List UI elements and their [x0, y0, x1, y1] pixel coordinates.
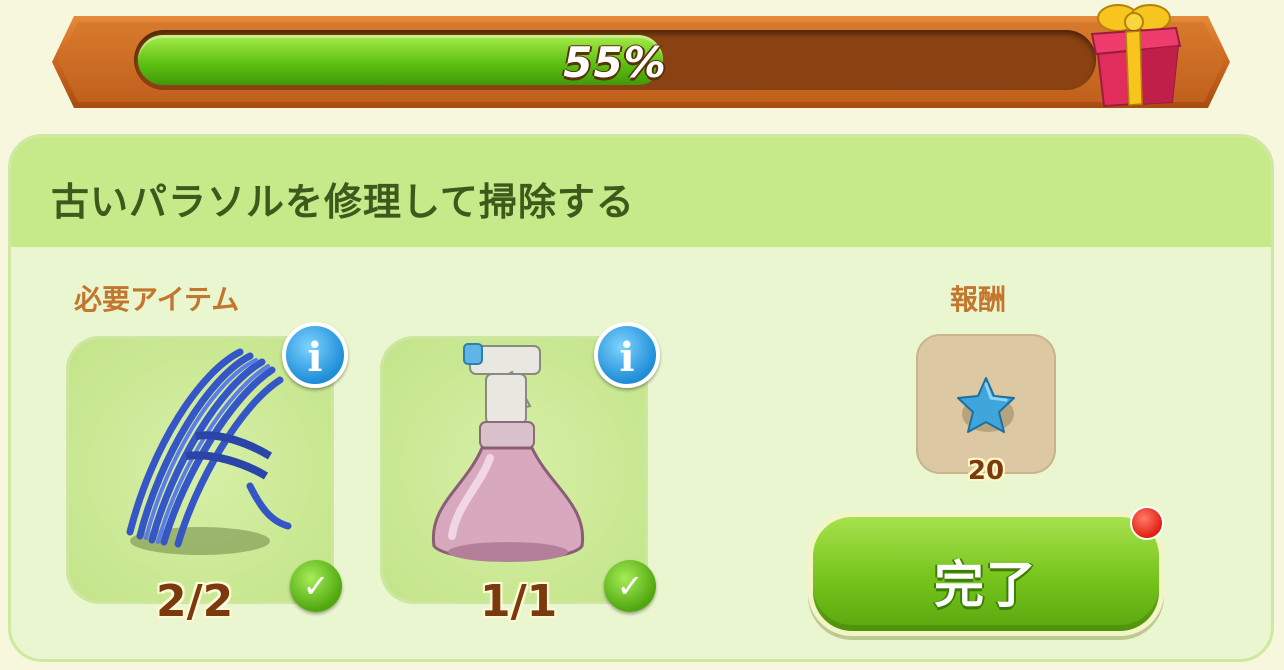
notification-dot — [1130, 506, 1164, 540]
progress-bar: 55% — [134, 30, 1096, 90]
required-items-label: 必要アイテム — [74, 283, 240, 316]
quest-title: 古いパラソルを修理して掃除する — [51, 180, 635, 224]
rope-icon — [126, 348, 292, 555]
item-count-spray-bottle: 1/1 — [480, 576, 558, 627]
reward-card — [916, 334, 1056, 474]
blue-star-icon — [957, 377, 1015, 433]
spray-bottle-icon — [431, 343, 585, 562]
item-count-rope: 2/2 — [156, 576, 234, 627]
progress-percent: 55% — [563, 38, 667, 87]
checkmark-icon: ✓ — [604, 560, 656, 612]
reward-count: 20 — [967, 456, 1005, 486]
info-icon[interactable]: i — [594, 322, 660, 388]
reward-label: 報酬 — [950, 283, 1007, 316]
complete-button[interactable]: 完了 — [808, 512, 1164, 636]
complete-button-label: 完了 — [934, 556, 1038, 614]
checkmark-icon: ✓ — [290, 560, 342, 612]
gift-box-icon[interactable] — [1082, 0, 1186, 110]
info-icon[interactable]: i — [282, 322, 348, 388]
